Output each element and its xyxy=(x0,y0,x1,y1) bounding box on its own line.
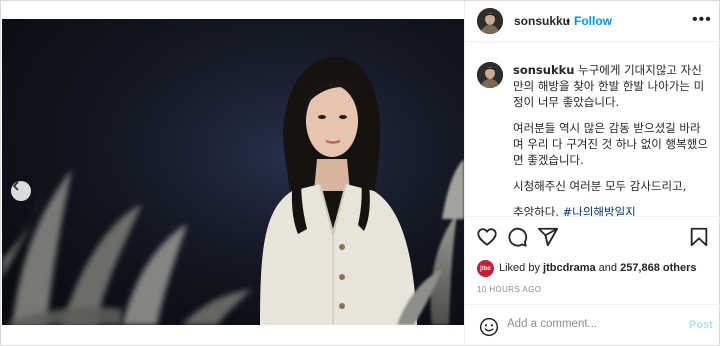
follow-button[interactable]: Follow xyxy=(574,14,612,28)
likes-middle: and xyxy=(595,262,621,274)
likes-count-link[interactable]: 257,868 others xyxy=(620,262,696,274)
photo-illustration xyxy=(2,19,464,325)
post-timestamp[interactable]: 10 HOURS AGO xyxy=(477,285,541,294)
post-header: sonsukku • Follow ••• xyxy=(465,1,720,42)
liker-username-link[interactable]: jtbcdrama xyxy=(543,262,596,274)
bookmark-icon xyxy=(690,227,708,247)
smiley-icon xyxy=(479,317,499,337)
caption-username[interactable]: sonsukku xyxy=(513,63,574,77)
separator-dot: • xyxy=(566,14,571,28)
post-comment-button[interactable]: Post xyxy=(689,319,713,331)
share-button[interactable] xyxy=(537,226,559,248)
emoji-button[interactable] xyxy=(479,317,501,339)
username-link[interactable]: sonsukku xyxy=(514,14,570,28)
caption-paragraph: 여러분들 역시 많은 감동 받으셨길 바라며 우리 다 구겨진 것 하나 없이 … xyxy=(513,121,708,167)
carousel-prev-button[interactable] xyxy=(11,181,31,201)
chevron-left-icon xyxy=(12,181,19,191)
like-button[interactable] xyxy=(476,226,498,248)
avatar-image xyxy=(477,62,503,88)
likes-summary: jtbc Liked by jtbcdrama and 257,868 othe… xyxy=(477,260,717,278)
caption-paragraph: 추앙하다. xyxy=(513,205,563,216)
share-icon xyxy=(537,227,559,247)
caption-paragraph: 시청해주신 여러분 모두 감사드리고, xyxy=(513,179,687,193)
likes-prefix: Liked by xyxy=(499,262,544,274)
comment-icon xyxy=(508,227,528,247)
comment-input[interactable] xyxy=(507,318,677,330)
avatar-image xyxy=(477,8,503,34)
caption-section: sonsukku 누구에게 기대지않고 자신만의 해방을 찾아 한발 한발 나아… xyxy=(465,56,720,216)
caption-text: sonsukku 누구에게 기대지않고 자신만의 해방을 찾아 한발 한발 나아… xyxy=(513,62,711,216)
post-photo[interactable] xyxy=(2,19,464,325)
instagram-post-window: sonsukku • Follow ••• sonsukku 누구에게 기대지않… xyxy=(0,0,720,346)
comment-bar: Post xyxy=(465,304,720,346)
hashtag-link[interactable]: #나의해방일지 xyxy=(563,205,636,216)
post-details-panel: sonsukku • Follow ••• sonsukku 누구에게 기대지않… xyxy=(464,1,720,345)
liker-avatar[interactable]: jtbc xyxy=(477,260,494,277)
heart-icon xyxy=(477,228,497,246)
likes-text: Liked by jtbcdrama and 257,868 others xyxy=(499,262,697,274)
save-button[interactable] xyxy=(688,226,710,248)
more-options-icon[interactable]: ••• xyxy=(692,11,712,29)
avatar[interactable] xyxy=(477,8,503,34)
actions-divider xyxy=(465,216,720,217)
caption-avatar[interactable] xyxy=(477,62,503,88)
comment-button[interactable] xyxy=(506,226,528,248)
